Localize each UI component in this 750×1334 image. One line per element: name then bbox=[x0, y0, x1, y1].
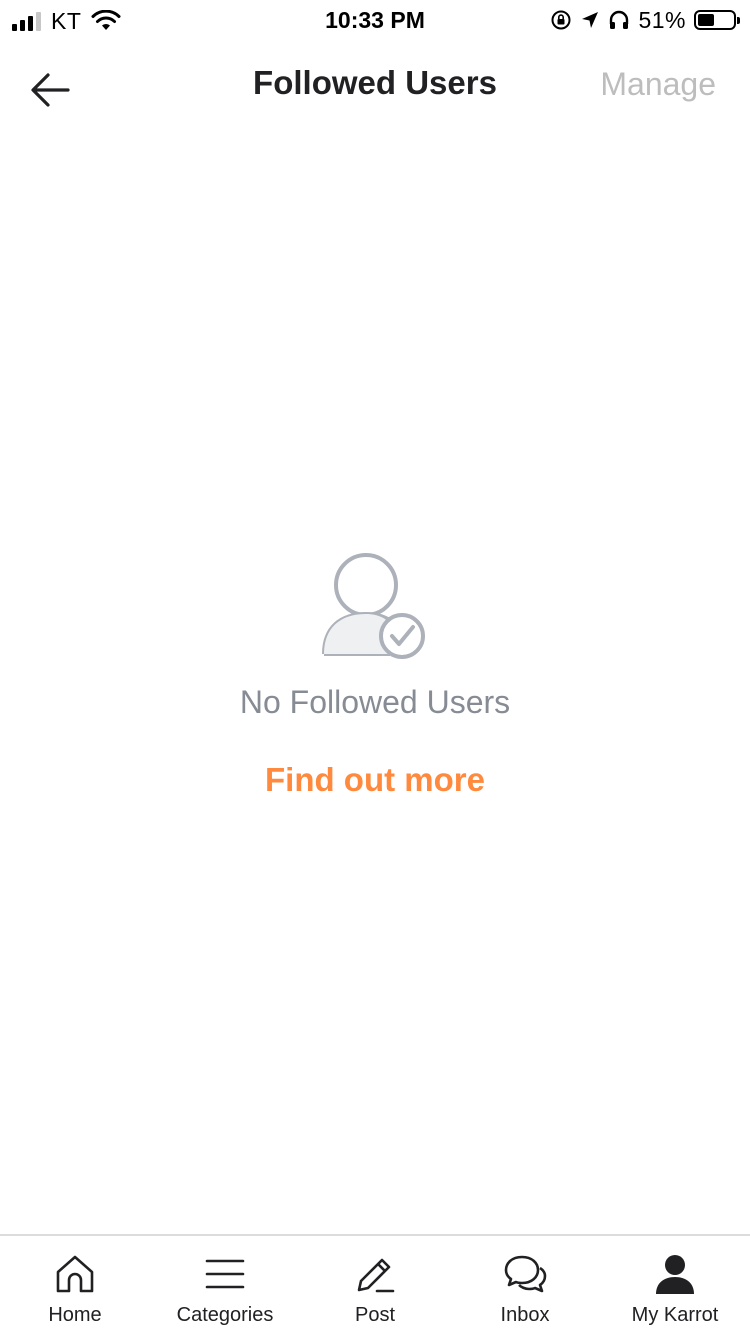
tab-home[interactable]: Home bbox=[0, 1236, 150, 1334]
tab-inbox[interactable]: Inbox bbox=[450, 1236, 600, 1334]
tab-bar: Home Categories Post Inbox My Karrot bbox=[0, 1234, 750, 1334]
battery-percent: 51% bbox=[638, 6, 686, 33]
profile-icon bbox=[656, 1255, 694, 1294]
tab-my-karrot[interactable]: My Karrot bbox=[600, 1236, 750, 1334]
location-arrow-icon bbox=[582, 12, 599, 28]
tab-label: Inbox bbox=[500, 1304, 550, 1326]
empty-state-message: No Followed Users bbox=[239, 684, 511, 720]
rotation-lock-icon bbox=[551, 10, 571, 30]
headphones-icon bbox=[610, 10, 629, 29]
tab-label: Home bbox=[48, 1304, 102, 1326]
chat-bubbles-icon bbox=[504, 1255, 547, 1293]
status-bar: KT 10:33 PM 51% bbox=[0, 0, 750, 40]
menu-icon bbox=[205, 1259, 245, 1289]
empty-state: No Followed Users Find out more bbox=[0, 550, 750, 799]
tab-label: Post bbox=[354, 1304, 396, 1326]
tab-post[interactable]: Post bbox=[300, 1236, 450, 1334]
tab-categories[interactable]: Categories bbox=[150, 1236, 300, 1334]
status-right: 51% bbox=[550, 6, 740, 34]
tab-label: My Karrot bbox=[631, 1304, 719, 1326]
find-out-more-link[interactable]: Find out more bbox=[265, 761, 485, 799]
nav-header: Followed Users Manage bbox=[0, 40, 750, 132]
home-icon bbox=[56, 1255, 94, 1293]
tab-label: Categories bbox=[176, 1304, 274, 1326]
battery-icon bbox=[694, 10, 740, 30]
manage-button[interactable]: Manage bbox=[600, 66, 716, 103]
pencil-icon bbox=[357, 1258, 395, 1293]
user-check-icon bbox=[322, 553, 425, 659]
